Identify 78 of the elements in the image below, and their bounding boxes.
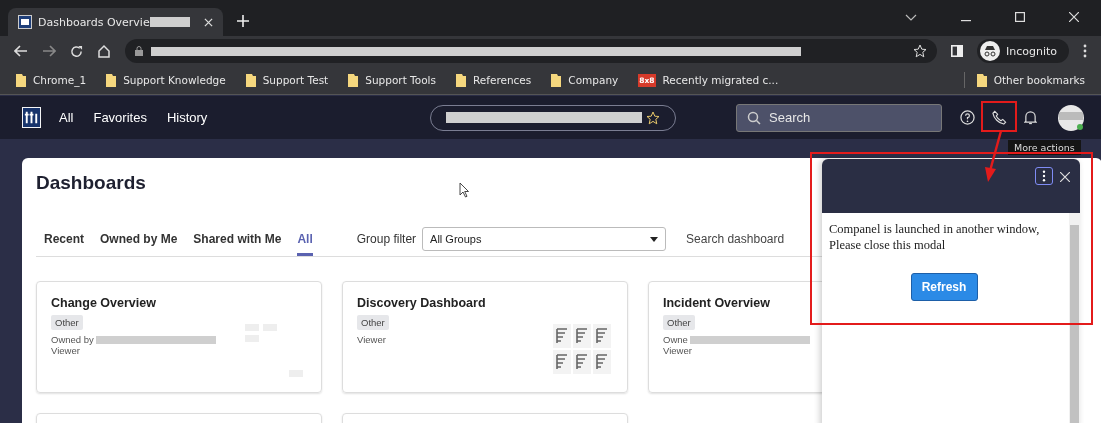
filter-tab[interactable]: All [297, 222, 313, 256]
owner-label: Owned by [51, 334, 94, 345]
home-icon[interactable] [97, 44, 111, 58]
folder-icon [551, 73, 562, 87]
filter-tab[interactable]: Recent [44, 222, 84, 256]
category-tag: Other [51, 315, 83, 330]
group-filter-label: Group filter [356, 232, 417, 246]
side-panel-icon[interactable] [950, 45, 963, 57]
folder-icon [106, 73, 117, 87]
filter-tab[interactable]: Owned by Me [100, 222, 178, 256]
reload-icon[interactable] [70, 44, 83, 58]
browser-tab[interactable]: Dashboards Overvie [8, 8, 223, 36]
app-logo-icon[interactable] [22, 107, 41, 128]
bookmark[interactable]: Other bookmarks [976, 73, 1085, 87]
more-actions-button[interactable] [1035, 167, 1053, 185]
lock-icon [135, 46, 143, 56]
page-title: Dashboards [36, 172, 147, 194]
filter-tab[interactable]: Shared with Me [193, 222, 282, 256]
incognito-icon [979, 41, 1000, 61]
redaction-bar [149, 17, 190, 27]
card-title: Incident Overview [663, 296, 771, 310]
nav-link[interactable]: History [166, 110, 208, 125]
cursor-icon [459, 182, 469, 198]
owner-label: Owne [663, 334, 688, 345]
bookmark[interactable]: Support Tools [348, 73, 436, 87]
card-title: Change Overview [51, 296, 157, 310]
thumbnail-drawing [553, 324, 613, 376]
bookmark[interactable]: Company [551, 73, 619, 87]
bookmark[interactable]: References [455, 73, 532, 87]
role-label: Viewer [357, 334, 387, 345]
close-icon[interactable] [1060, 172, 1070, 182]
category-tag: Other [357, 315, 389, 330]
caret-icon [650, 236, 659, 242]
card-title: Discovery Dashboard [357, 296, 487, 310]
folder-icon [348, 73, 359, 87]
minimize-icon[interactable] [961, 20, 971, 22]
dashboard-card[interactable]: Discovery Dashboard Other Viewer [342, 281, 628, 393]
new-tab-icon[interactable] [237, 15, 249, 27]
bookmark[interactable]: Chrome_1 [16, 73, 87, 87]
modal-message: Companel is launched in another window, Please close this modal [829, 221, 1041, 253]
folder-icon [455, 73, 466, 87]
role-label: Viewer [663, 345, 693, 356]
phone-icon[interactable] [991, 110, 1007, 125]
scrollbar[interactable] [1069, 213, 1080, 423]
tab-title: Dashboards Overvie [38, 15, 150, 29]
refresh-button[interactable]: Refresh [910, 273, 978, 301]
profile-button[interactable]: Incognito [976, 39, 1069, 63]
search-field[interactable]: Search [736, 103, 942, 132]
help-icon[interactable] [959, 110, 975, 125]
address-bar[interactable] [125, 39, 937, 63]
close-icon[interactable] [1069, 12, 1079, 22]
search-dashboard-label: Search dashboard [686, 232, 785, 246]
annotation-arrow [982, 131, 1004, 183]
folder-icon [245, 73, 256, 87]
nav-link[interactable]: Favorites [93, 110, 147, 125]
kebab-icon [1042, 170, 1046, 182]
annotation-box [981, 101, 1017, 132]
star-icon[interactable] [646, 110, 660, 125]
dashboard-card[interactable]: Change Overview Other Owned by Viewer [36, 281, 322, 393]
menu-icon[interactable] [1083, 44, 1087, 58]
bookmark[interactable]: Support Test [245, 73, 329, 87]
folder-icon [976, 73, 987, 87]
star-icon[interactable] [912, 44, 927, 58]
group-filter-dropdown[interactable]: All Groups [422, 227, 667, 251]
bookmark[interactable]: Support Knowledge [106, 73, 226, 87]
category-tag: Other [663, 315, 695, 330]
folder-icon [16, 73, 26, 87]
role-label: Viewer [51, 345, 81, 356]
maximize-icon[interactable] [1015, 12, 1025, 22]
close-icon[interactable] [204, 17, 213, 27]
nav-link[interactable]: All [59, 110, 74, 125]
search-icon [747, 110, 761, 125]
back-icon[interactable] [14, 45, 28, 57]
avatar-icon[interactable] [1057, 103, 1085, 132]
forward-icon[interactable] [42, 45, 56, 57]
app-logo-icon [18, 15, 32, 29]
chevron-down-icon[interactable] [905, 14, 917, 22]
bell-icon[interactable] [1023, 110, 1037, 125]
